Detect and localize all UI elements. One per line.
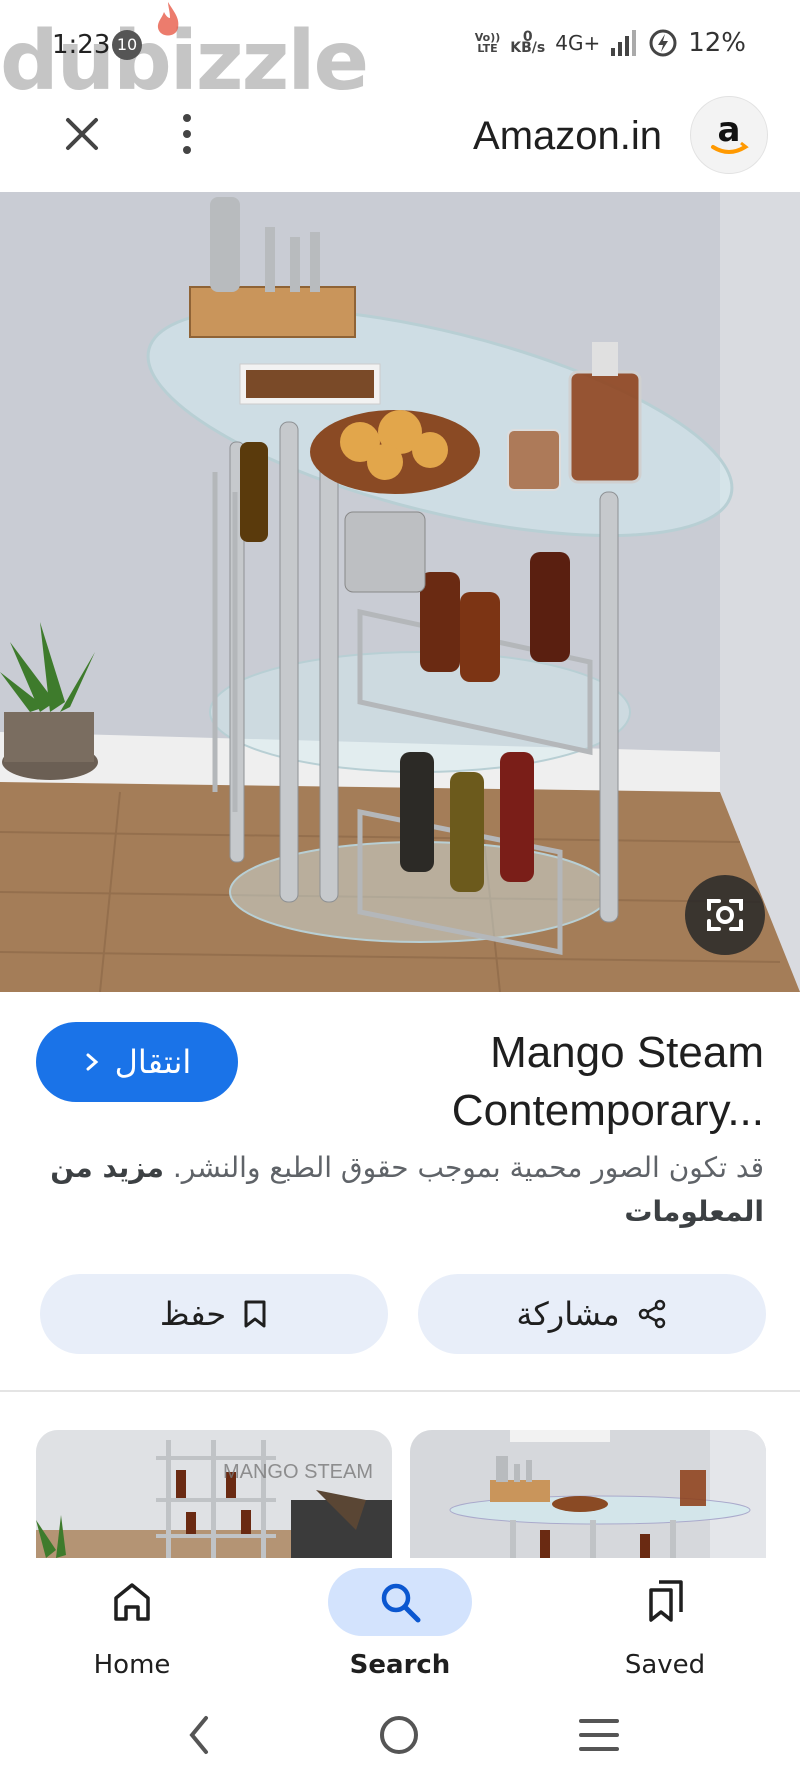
save-button[interactable]: حفظ [40,1274,388,1354]
bottom-navigation: Home Search Saved [0,1558,800,1692]
home-circle-icon[interactable] [378,1714,420,1756]
status-indicators: Vo)) LTE 0 KB/s 4G+ 12% [475,28,746,58]
visit-label: انتقال [114,1043,192,1081]
nav-home[interactable]: Home [32,1558,232,1692]
related-image[interactable] [410,1430,766,1558]
home-icon [114,1583,150,1621]
volte-indicator: Vo)) LTE [474,31,501,55]
network-speed: 0 KB/s [510,29,546,56]
recents-icon[interactable] [578,1716,620,1754]
network-type: 4G+ [555,31,601,55]
nav-search[interactable]: Search [300,1558,500,1692]
back-icon[interactable] [184,1714,214,1756]
flame-icon [157,2,179,36]
nav-saved[interactable]: Saved [565,1558,765,1692]
source-site-name[interactable]: Amazon.in [473,114,662,159]
result-title[interactable]: Mango Steam Contemporary... [324,1024,764,1140]
nav-home-label: Home [93,1650,171,1680]
battery-saver-icon [649,29,677,57]
thumbnail-watermark: MANGO STEAM [223,1461,373,1483]
share-button[interactable]: مشاركة [418,1274,766,1354]
nav-search-label: Search [349,1650,451,1680]
nav-saved-label: Saved [624,1650,706,1680]
battery-percentage: 12% [688,28,746,58]
google-lens-button[interactable] [685,875,765,955]
product-image[interactable] [0,192,800,992]
save-label: حفظ [159,1295,227,1333]
status-bar: dubizzle 1:23 10 Vo)) LTE 0 KB/s 4G+ 12% [0,0,800,109]
share-icon [638,1299,665,1329]
divider [0,1390,800,1392]
close-icon[interactable] [60,112,104,156]
related-image[interactable]: MANGO STEAM [36,1430,392,1558]
lens-icon [707,899,743,931]
amazon-logo[interactable]: a [690,96,768,174]
notification-count-badge: 10 [112,30,142,60]
share-label: مشاركة [516,1295,620,1333]
more-options-icon[interactable] [172,112,202,156]
clock: 1:23 [52,30,111,60]
chevron-right-icon [86,1053,98,1071]
saved-icon [649,1580,683,1622]
search-icon [381,1583,421,1623]
svg-text:a: a [718,110,741,150]
bookmark-icon [244,1300,266,1328]
system-navigation-bar [0,1692,800,1777]
signal-icon [611,30,637,56]
copyright-notice: قد تكون الصور محمية بموجب حقوق الطبع وال… [50,1151,764,1228]
visit-button[interactable]: انتقال [36,1022,238,1102]
